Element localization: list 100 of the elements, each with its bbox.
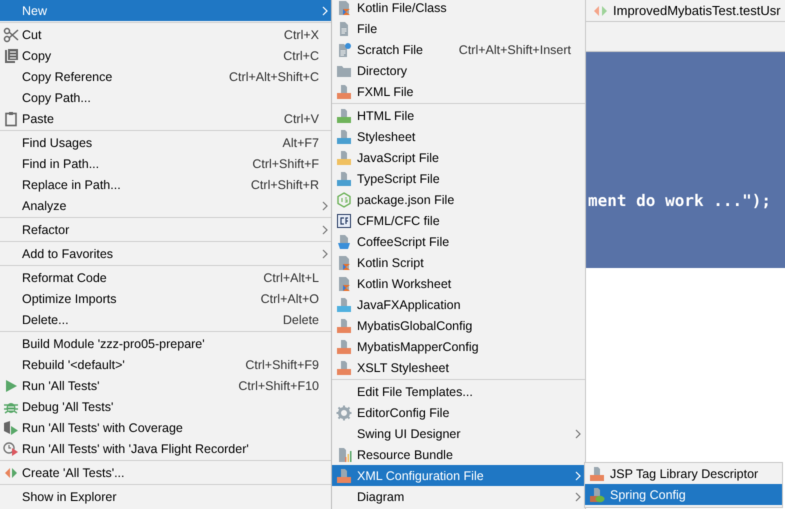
menu-item-label: Debug 'All Tests' [21, 400, 114, 414]
menu-item-label: Kotlin Worksheet [356, 276, 452, 290]
menu-item[interactable]: Run 'All Tests' Ctrl+Shift+F10 [0, 375, 331, 396]
clock-play-icon [3, 440, 19, 456]
menu-item-label: CFML/CFC file [356, 214, 441, 228]
menu-item[interactable]: Run 'All Tests' with Coverage [0, 417, 331, 438]
menu-item-label: JavaFXApplication [356, 298, 462, 312]
file-type-icon [336, 468, 352, 484]
file-type-icon [336, 128, 352, 144]
menu-item-label: Reformat Code [21, 270, 108, 284]
menu-item[interactable]: Replace in Path... Ctrl+Shift+R [0, 174, 331, 195]
menu-item-label: Kotlin File/Class [356, 0, 448, 14]
shortcut-label: Ctrl+Shift+F [252, 156, 319, 170]
menu-item[interactable]: Scratch File Ctrl+Alt+Shift+Insert [332, 39, 585, 60]
menu-item-label: Optimize Imports [21, 292, 118, 306]
menu-item-label: EditorConfig File [356, 406, 450, 420]
menu-item[interactable]: Find Usages Alt+F7 [0, 132, 331, 153]
menu-item[interactable]: Copy Ctrl+C [0, 45, 331, 66]
menu-item[interactable]: XSLT Stylesheet [332, 357, 585, 378]
menu-item[interactable]: Kotlin Worksheet [332, 273, 585, 294]
menu-item[interactable]: Reformat Code Ctrl+Alt+L [0, 267, 331, 288]
menu-item[interactable]: Find in Path... Ctrl+Shift+F [0, 153, 331, 174]
menu-item[interactable]: Create 'All Tests'... [0, 462, 331, 483]
menu-item[interactable]: Resource Bundle [332, 444, 585, 465]
shortcut-label: Ctrl+Alt+Shift+Insert [458, 42, 571, 56]
file-type-icon [336, 108, 352, 124]
menu-item[interactable]: Paste Ctrl+V [0, 108, 331, 129]
menu-item-label: Diagram [356, 490, 406, 504]
menu-item-label: New [21, 4, 48, 18]
menu-item[interactable]: TypeScript File [332, 168, 585, 189]
menu-item[interactable]: Kotlin File/Class [332, 0, 585, 18]
menu-item-label: XSLT Stylesheet [356, 360, 450, 374]
menu-item[interactable]: Copy Path... [0, 87, 331, 108]
file-type-icon [589, 466, 605, 482]
menu-item-label: Stylesheet [356, 130, 416, 144]
file-type-icon [336, 150, 352, 166]
menu-item-label: TypeScript File [356, 172, 441, 186]
menu-item-label: HTML File [356, 108, 416, 122]
editor-tab[interactable]: ImprovedMybatisTest.testUsr [593, 0, 781, 21]
menu-item[interactable]: Debug 'All Tests' [0, 396, 331, 417]
menu-item-label: Resource Bundle [356, 448, 454, 462]
menu-item[interactable]: JavaFXApplication [332, 294, 585, 315]
menu-item[interactable]: New [0, 0, 331, 21]
menu-item-label: Copy [21, 48, 52, 62]
menu-item[interactable]: CFML/CFC file [332, 210, 585, 231]
menu-item[interactable]: Spring Config [585, 484, 782, 505]
menu-item[interactable]: Kotlin Script [332, 252, 585, 273]
file-type-icon [336, 318, 352, 334]
menu-item[interactable]: Build Module 'zzz-pro05-prepare' [0, 333, 331, 354]
menu-item[interactable]: FXML File [332, 81, 585, 102]
menu-item[interactable]: Directory [332, 60, 585, 81]
menu-item[interactable]: Copy Reference Ctrl+Alt+Shift+C [0, 66, 331, 87]
menu-item[interactable]: Optimize Imports Ctrl+Alt+O [0, 288, 331, 309]
shortcut-label: Ctrl+Shift+F10 [238, 378, 319, 392]
menu-item[interactable]: JavaScript File [332, 147, 585, 168]
menu-item[interactable]: Run 'All Tests' with 'Java Flight Recorder' [0, 438, 331, 459]
menu-item-label: Find Usages [21, 136, 94, 150]
menu-item-label: Refactor [21, 222, 70, 236]
menu-item[interactable]: File [332, 18, 585, 39]
menu-item[interactable]: Cut Ctrl+X [0, 24, 331, 45]
menu-item-label: Rebuild '<default>' [21, 358, 126, 372]
menu-item-label: Create 'All Tests'... [21, 466, 126, 480]
shield-play-icon [3, 420, 19, 436]
menu-item[interactable]: JSP Tag Library Descriptor [585, 463, 782, 484]
menu-item[interactable]: Edit File Templates... [332, 381, 585, 402]
menu-item[interactable]: Add to Favorites [0, 243, 331, 264]
menu-item-label: Find in Path... [21, 156, 100, 170]
menu-item[interactable]: MybatisGlobalConfig [332, 315, 585, 336]
menu-item[interactable]: EditorConfig File [332, 402, 585, 423]
shortcut-label: Ctrl+X [284, 28, 319, 42]
menu-item-label: Run 'All Tests' with Coverage [21, 420, 184, 434]
gear-icon [336, 404, 352, 420]
menu-item[interactable]: MybatisMapperConfig [332, 336, 585, 357]
menu-item-label: Run 'All Tests' [21, 378, 100, 392]
menu-item[interactable]: Stylesheet [332, 126, 585, 147]
file-type-icon [336, 170, 352, 186]
menu-item-label: File [356, 22, 378, 36]
menu-item[interactable]: Rebuild '<default>' Ctrl+Shift+F9 [0, 354, 331, 375]
menu-item[interactable]: CoffeeScript File [332, 231, 585, 252]
menu-item-label: Show in Explorer [21, 490, 118, 504]
menu-item-label: JSP Tag Library Descriptor [609, 466, 758, 480]
menu-item[interactable]: Diagram [332, 486, 585, 507]
menu-item-label: Add to Favorites [21, 246, 114, 260]
menu-item[interactable]: package.json File [332, 189, 585, 210]
menu-item-label: Swing UI Designer [356, 426, 462, 440]
copy-icon [3, 48, 19, 64]
menu-item[interactable]: Refactor [0, 219, 331, 240]
menu-item[interactable]: Analyze [0, 195, 331, 216]
kotlin-file-icon [336, 276, 352, 292]
menu-item-label: Spring Config [609, 488, 687, 502]
kotlin-file-icon [336, 254, 352, 270]
scratch-file-icon [336, 42, 352, 58]
menu-item[interactable]: Show in Explorer [0, 486, 331, 507]
menu-item[interactable]: Swing UI Designer [332, 423, 585, 444]
file-type-icon [336, 338, 352, 354]
menu-item[interactable]: Delete... Delete [0, 309, 331, 330]
kotlin-file-icon [336, 0, 352, 16]
menu-item[interactable]: HTML File [332, 105, 585, 126]
file-type-icon [336, 360, 352, 376]
menu-item[interactable]: XML Configuration File [332, 465, 585, 486]
